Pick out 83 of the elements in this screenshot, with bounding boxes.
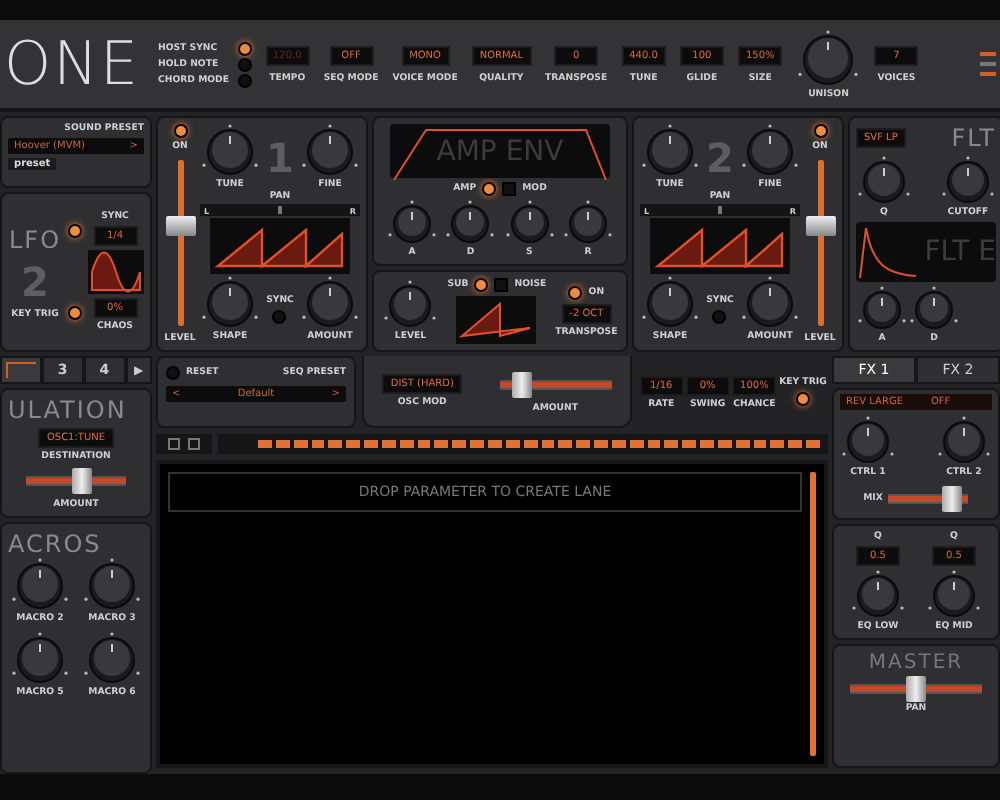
switch-button[interactable] <box>494 278 509 292</box>
sequencer-step[interactable] <box>523 440 537 448</box>
master-title: MASTER <box>868 652 964 674</box>
sequencer-step[interactable] <box>328 440 343 448</box>
logo: ONE <box>4 29 143 99</box>
knob[interactable] <box>386 200 438 248</box>
sequencer-step[interactable] <box>346 440 361 448</box>
pan-marker[interactable] <box>718 206 722 214</box>
sequencer-step[interactable] <box>576 440 591 448</box>
slider-thumb[interactable] <box>71 468 91 494</box>
lfo-title: LFO <box>8 225 62 253</box>
modulation-title: ULATION <box>8 396 127 424</box>
sequencer-step[interactable] <box>682 440 697 448</box>
waveform-drawing <box>210 218 350 274</box>
switch-button[interactable] <box>502 182 517 196</box>
scrollbar[interactable] <box>810 472 816 756</box>
led-indicator[interactable] <box>173 124 187 138</box>
knob[interactable] <box>739 124 800 180</box>
sequencer-step[interactable] <box>541 440 555 448</box>
knob[interactable] <box>200 124 260 180</box>
knob[interactable] <box>640 124 700 180</box>
knob[interactable] <box>850 570 906 622</box>
led-indicator[interactable] <box>568 285 583 299</box>
sequencer-step[interactable] <box>452 440 467 448</box>
sequencer-step[interactable] <box>487 440 502 448</box>
pan-marker[interactable] <box>278 206 282 214</box>
knob[interactable] <box>561 200 614 248</box>
envelope-curve <box>856 222 916 282</box>
knob[interactable] <box>940 156 996 208</box>
slider-thumb[interactable] <box>165 216 195 237</box>
sequencer-step[interactable] <box>717 440 732 448</box>
sequencer-step[interactable] <box>311 440 325 448</box>
knob[interactable] <box>739 276 800 332</box>
sequencer-step[interactable] <box>399 440 414 448</box>
tab[interactable] <box>0 356 42 384</box>
slider-thumb[interactable] <box>942 486 963 512</box>
sequencer-step[interactable] <box>629 440 644 448</box>
slider-thumb[interactable] <box>906 676 926 702</box>
led-indicator[interactable] <box>67 224 82 238</box>
led-indicator[interactable] <box>237 41 251 55</box>
sine-wave-drawing <box>87 250 143 294</box>
sequencer-step[interactable] <box>417 440 431 448</box>
knob[interactable] <box>908 286 960 334</box>
square-icon[interactable] <box>188 438 200 450</box>
led-indicator[interactable] <box>67 306 82 320</box>
knob[interactable] <box>840 416 896 468</box>
sequencer-step[interactable] <box>293 440 308 448</box>
sequencer-step[interactable] <box>770 440 785 448</box>
knob[interactable] <box>640 276 700 332</box>
led-indicator[interactable] <box>474 278 489 292</box>
knob[interactable] <box>299 124 360 180</box>
sequencer-step[interactable] <box>505 440 520 448</box>
sequencer-step[interactable] <box>753 440 767 448</box>
lines-icon[interactable] <box>980 50 996 78</box>
slider-thumb[interactable] <box>805 216 835 237</box>
knob[interactable] <box>856 286 908 334</box>
sequencer-step[interactable] <box>788 440 803 448</box>
knob[interactable] <box>10 558 70 614</box>
knob[interactable] <box>82 632 142 688</box>
square-icon[interactable] <box>168 438 180 450</box>
sequencer-step[interactable] <box>275 440 290 448</box>
led-indicator[interactable] <box>813 124 827 138</box>
slider-thumb[interactable] <box>511 371 532 397</box>
led-indicator[interactable] <box>482 182 497 196</box>
knob[interactable] <box>82 558 142 614</box>
led-indicator[interactable] <box>795 392 810 406</box>
sequencer-step[interactable] <box>558 440 573 448</box>
sequencer-step[interactable] <box>647 440 661 448</box>
macros-title: ACROS <box>8 530 104 558</box>
sequencer-step[interactable] <box>735 440 750 448</box>
waveform-drawing <box>456 296 537 344</box>
sequencer-step[interactable] <box>664 440 679 448</box>
knob[interactable] <box>10 632 70 688</box>
filter-title: FLT <box>951 124 996 152</box>
knob[interactable] <box>200 276 260 332</box>
sequencer-step[interactable] <box>611 440 626 448</box>
knob[interactable] <box>299 276 360 332</box>
sequencer-step[interactable] <box>434 440 449 448</box>
knob[interactable] <box>926 570 982 622</box>
knob[interactable] <box>936 416 992 468</box>
waveform-drawing <box>650 218 790 274</box>
sequencer-step[interactable] <box>381 440 396 448</box>
knob[interactable] <box>382 280 439 332</box>
